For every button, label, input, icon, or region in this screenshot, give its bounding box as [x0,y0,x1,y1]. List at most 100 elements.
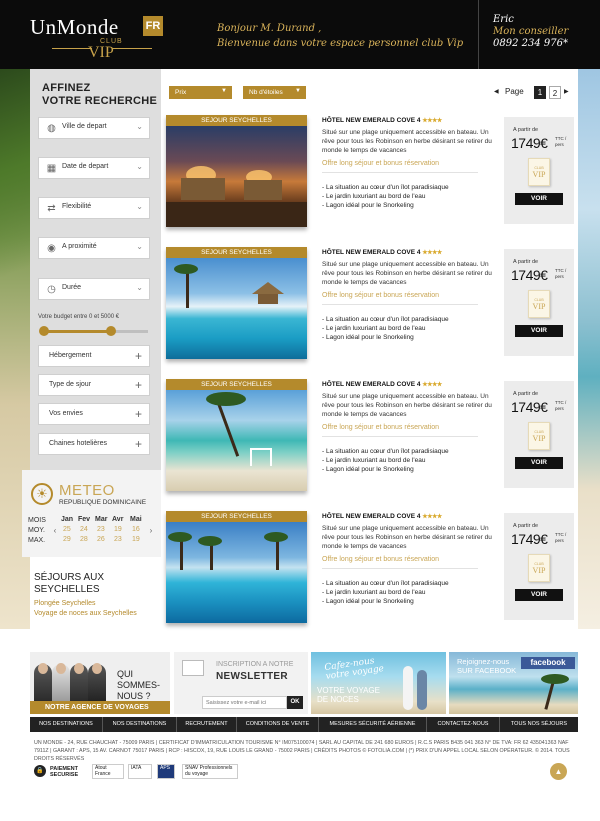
view-offer-button[interactable]: VOIR [515,457,563,469]
hotel-name[interactable]: HÔTEL NEW EMERALD COVE 4 ★★★★ [322,513,442,520]
advisor-phone[interactable]: 0892 234 976* [493,38,600,50]
accordion-chaines-hotelieres[interactable]: Chaines hotelières + [38,433,150,455]
secure-payment-line: SECURISE [50,772,79,778]
accordion-hebergement[interactable]: Hébergement + [38,345,150,367]
hotel-name[interactable]: HÔTEL NEW EMERALD COVE 4 ★★★★ [322,117,442,124]
budget-slider-max-handle[interactable] [106,326,116,336]
weather-next-arrow-icon[interactable]: › [147,522,155,540]
weather-avg-value: 24 [80,526,88,533]
honeymoon-script: Cafez-nous votre voyage [324,656,385,682]
logo-vip-label: VIP [88,44,114,61]
footer-link-contact[interactable]: CONTACTEZ-NOUS [427,717,500,732]
view-offer-button[interactable]: VOIR [515,325,563,337]
iata-badge: IATA [128,764,152,779]
feature-item: - Lagon idéal pour le Snorkeling [322,598,414,605]
page-2-button[interactable]: 2 [549,86,561,99]
footer-link-conditions[interactable]: CONDITIONS DE VENTE [237,717,319,732]
facebook-join-line: Rejoignez-nous [457,657,510,666]
feature-item: - Le jardin luxuriant au bord de l'eau [322,589,426,596]
sejours-title-line: SEYCHELLES [34,584,100,595]
departure-date-select[interactable]: ▦ Date de depart ⌄ [38,157,150,179]
feature-item: - La situation au cœur d'un îlot paradis… [322,448,449,455]
facebook-promo[interactable]: Rejoignez-nous SUR FACEBOOK facebook [449,652,578,714]
back-to-top-icon[interactable]: ▲ [550,763,567,780]
palm-fronds [206,392,246,406]
team-photo [32,660,110,702]
sejours-link-plongee[interactable]: Plongée Seychelles [34,600,96,607]
listing-photo[interactable]: SEJOUR SEYCHELLES [166,379,307,491]
weather-avg-value: 25 [63,526,71,533]
listing-tag: SEJOUR SEYCHELLES [166,247,307,258]
lock-icon: 🔒 [34,765,46,777]
listing-photo[interactable]: SEJOUR SEYCHELLES [166,115,307,227]
flexibility-icon: ⇄ [47,203,56,214]
club-vip-card-icon: CLUB VIP [528,422,550,450]
departure-city-select[interactable]: ◍ Ville de depart ⌄ [38,117,150,139]
sort-stars-select[interactable]: Nb d'étoiles ▼ [243,86,306,99]
budget-slider-min-handle[interactable] [39,326,49,336]
advisor-panel[interactable]: Eric Mon conseiller 0892 234 976* [478,0,600,69]
plus-icon: + [134,437,142,451]
accordion-label: Type de sjour [49,381,92,388]
accordion-vos-envies[interactable]: Vos envies + [38,403,150,425]
newsletter-email-input[interactable] [202,696,287,709]
view-offer-button[interactable]: VOIR [515,589,563,601]
weather-widget: ☀ METEO REPUBLIQUE DOMINICAINE MOIS MOY.… [22,470,161,557]
feature-item: - Le jardin luxuriant au bord de l'eau [322,457,426,464]
accordion-type-sejour[interactable]: Type de sjour + [38,374,150,396]
weather-prev-arrow-icon[interactable]: ‹ [51,522,59,540]
honeymoon-promo[interactable]: Cafez-nous votre voyage VOTRE VOYAGE DE … [311,652,446,714]
chevron-down-icon: ⌄ [136,283,143,292]
star-rating: ★★★★ [422,118,442,124]
hotel-name[interactable]: HÔTEL NEW EMERALD COVE 4 ★★★★ [322,249,442,256]
team-member [70,663,88,702]
listing-photo[interactable]: SEJOUR SEYCHELLES [166,511,307,623]
newsletter-promo: INSCRIPTION A NOTRE NEWSLETTER OK [174,652,308,714]
divider [322,304,478,305]
our-agency-link[interactable]: NOTRE AGENCE DE VOYAGES [30,701,170,714]
price-from-label: A partir de [513,391,539,397]
bungalow [244,180,282,200]
hotel-name[interactable]: HÔTEL NEW EMERALD COVE 4 ★★★★ [322,381,442,388]
listing-card: SEJOUR SEYCHELLES HÔTEL NEW EMERALD COVE… [166,247,578,359]
footer-link-destinations[interactable]: NOS DESTINATIONS [30,717,103,732]
feature-item: - Le jardin luxuriant au bord de l'eau [322,325,426,332]
field-label: Durée [62,284,82,291]
listing-photo[interactable]: SEJOUR SEYCHELLES [166,247,307,359]
honeymoon-title: VOTRE VOYAGE DE NOCES [317,686,380,704]
footer-link-sejours[interactable]: TOUS NOS SÉJOURS [500,717,578,732]
chevron-down-icon: ⌄ [136,122,143,131]
sejours-link-voyage-noces[interactable]: Voyage de noces aux Seychelles [34,610,137,617]
special-offer: Offre long séjour et bonus réservation [322,292,439,299]
footer-link-securite[interactable]: MESURES SÉCURITÉ AÉRIENNE [319,717,427,732]
hotel-name-text: HÔTEL NEW EMERALD COVE 4 [322,513,421,520]
about-us-title: QUI SOMMES-NOUS ? [117,669,170,702]
feature-item: - La situation au cœur d'un îlot paradis… [322,580,449,587]
prev-page-icon[interactable]: ◀ [494,88,499,95]
sort-price-select[interactable]: Prix ▼ [169,86,232,99]
budget-label: Votre budget entre 0 et 5000 € [38,314,120,320]
club-vip-card-icon: CLUB VIP [528,290,550,318]
palm-fronds [168,532,192,542]
footer-link-destinations[interactable]: NOS DESTINATIONS [103,717,177,732]
field-label: Flexibilité [62,203,92,210]
field-label: A proximité [62,243,97,250]
field-label: Ville de depart [62,123,107,130]
listing-card: SEJOUR SEYCHELLES HÔTEL NEW EMERALD COVE… [166,115,578,227]
site-logo[interactable]: UnMonde FR CLUB VIP [30,11,163,61]
plus-icon: + [134,378,142,392]
palm-fronds [264,532,288,542]
page-1-button[interactable]: 1 [534,86,546,99]
newsletter-submit-button[interactable]: OK [287,696,303,709]
divider [322,568,478,569]
view-offer-button[interactable]: VOIR [515,193,563,205]
proximity-select[interactable]: ◉ A proximité ⌄ [38,237,150,259]
next-page-icon[interactable]: ▶ [564,88,569,95]
flexibility-select[interactable]: ⇄ Flexibilité ⌄ [38,197,150,219]
footer-link-recrutement[interactable]: RECRUTEMENT [177,717,237,732]
couple-figure [417,670,427,710]
beach-cabana [250,448,272,466]
duration-select[interactable]: ◷ Durée ⌄ [38,278,150,300]
language-flag-badge[interactable]: FR [143,16,163,36]
about-us-promo[interactable]: QUI SOMMES-NOUS ? NOTRE AGENCE DE VOYAGE… [30,652,170,714]
